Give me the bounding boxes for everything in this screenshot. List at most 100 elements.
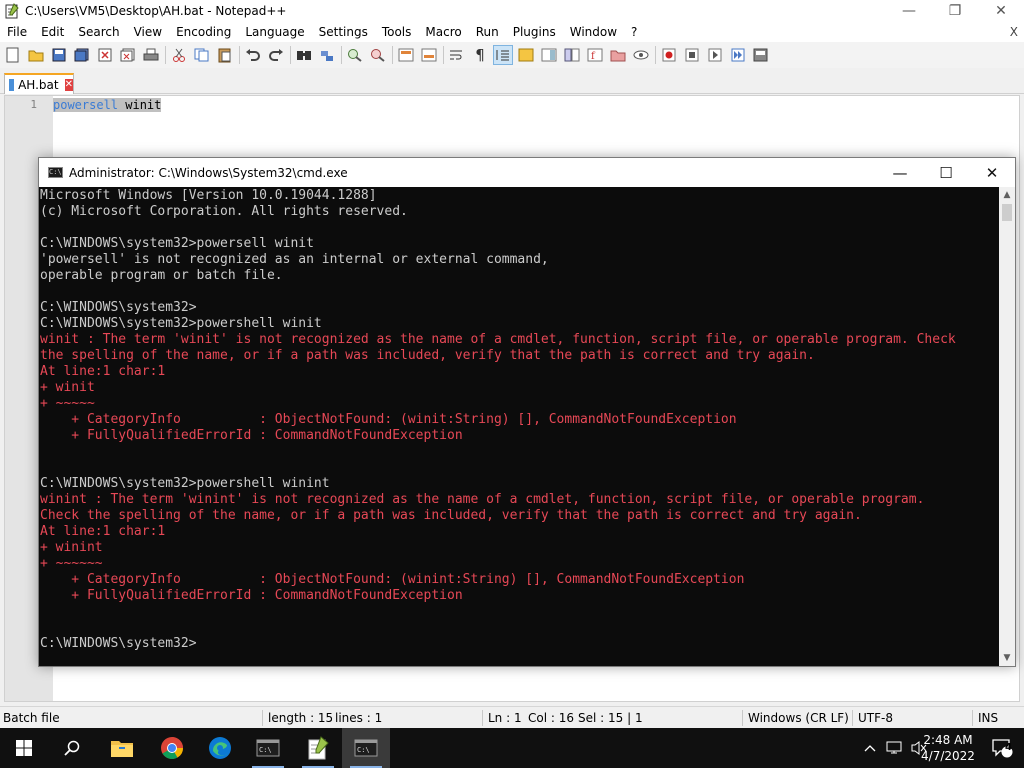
console-line: Microsoft Windows [Version 10.0.19044.12… <box>40 188 377 203</box>
menu-plugins[interactable]: Plugins <box>506 22 563 42</box>
tab-close-icon[interactable]: ✕ <box>64 78 73 91</box>
npp-tabbar: AH.bat ✕ <box>0 68 1024 94</box>
status-selection: Sel : 15 | 1 <box>578 711 643 725</box>
save-all-icon[interactable] <box>73 46 91 64</box>
console-line: + winit <box>40 380 95 395</box>
undo-icon[interactable] <box>244 46 262 64</box>
console-line: operable program or batch file. <box>40 268 283 283</box>
console-line: C:\WINDOWS\system32>powershell winint <box>40 476 330 491</box>
document-map-icon[interactable] <box>540 46 558 64</box>
minimize-button[interactable]: — <box>886 0 932 22</box>
open-file-icon[interactable] <box>27 46 45 64</box>
paste-icon[interactable] <box>216 46 234 64</box>
taskbar-chrome[interactable] <box>148 728 196 768</box>
indent-guide-icon[interactable] <box>493 45 513 65</box>
console-line: + winint <box>40 540 103 555</box>
zoom-out-icon[interactable] <box>369 46 387 64</box>
menu-edit[interactable]: Edit <box>34 22 71 42</box>
action-center-button[interactable]: 4 <box>982 728 1022 768</box>
toolbar-separator <box>655 46 656 64</box>
console-output[interactable]: Microsoft Windows [Version 10.0.19044.12… <box>39 187 999 666</box>
start-button[interactable] <box>0 728 48 768</box>
sync-horizontal-icon[interactable] <box>420 46 438 64</box>
cut-icon[interactable] <box>170 46 188 64</box>
taskbar-file-explorer[interactable] <box>98 728 146 768</box>
menu-file[interactable]: File <box>0 22 34 42</box>
menu-view[interactable]: View <box>127 22 169 42</box>
taskbar: C:\ C:\ 2:48 AM 4/7/2022 4 <box>0 728 1024 768</box>
taskbar-notepadpp[interactable] <box>294 728 342 768</box>
find-icon[interactable] <box>295 46 313 64</box>
replace-icon[interactable] <box>318 46 336 64</box>
menu-settings[interactable]: Settings <box>312 22 375 42</box>
search-button[interactable] <box>48 728 96 768</box>
cmd-close-button[interactable]: ✕ <box>969 158 1015 187</box>
status-length: length : 15 <box>268 711 334 725</box>
taskbar-edge[interactable] <box>196 728 244 768</box>
cmd-minimize-button[interactable]: — <box>877 158 923 187</box>
folder-workspace-icon[interactable] <box>609 46 627 64</box>
close-all-icon[interactable] <box>119 46 137 64</box>
menu-help[interactable]: ? <box>624 22 644 42</box>
show-all-characters-icon[interactable]: ¶ <box>471 46 489 64</box>
toolbar-separator <box>392 46 393 64</box>
close-document-button[interactable]: X <box>1010 22 1018 42</box>
zoom-in-icon[interactable] <box>346 46 364 64</box>
cmd-window: C:\ Administrator: C:\Windows\System32\c… <box>38 157 1016 667</box>
taskbar-cmd-1[interactable]: C:\ <box>244 728 292 768</box>
sync-vertical-icon[interactable] <box>397 46 415 64</box>
cmd-maximize-button[interactable]: ☐ <box>923 158 969 187</box>
macro-record-icon[interactable] <box>660 46 678 64</box>
menu-encoding[interactable]: Encoding <box>169 22 238 42</box>
document-list-icon[interactable] <box>563 46 581 64</box>
menu-search[interactable]: Search <box>71 22 126 42</box>
macro-save-icon[interactable] <box>752 46 770 64</box>
copy-icon[interactable] <box>193 46 211 64</box>
console-line: C:\WINDOWS\system32> <box>40 636 197 651</box>
npp-titlebar[interactable]: C:\Users\VM5\Desktop\AH.bat - Notepad++ … <box>0 0 1024 22</box>
system-tray: 2:48 AM 4/7/2022 4 <box>824 728 1024 768</box>
scroll-down-icon[interactable]: ▼ <box>999 650 1015 666</box>
show-hidden-icons-button[interactable] <box>860 728 880 768</box>
word-wrap-icon[interactable] <box>448 46 466 64</box>
monitoring-icon[interactable] <box>632 46 650 64</box>
macro-play-icon[interactable] <box>706 46 724 64</box>
scroll-up-icon[interactable]: ▲ <box>999 187 1015 203</box>
menu-window[interactable]: Window <box>563 22 624 42</box>
close-button[interactable]: ✕ <box>978 0 1024 22</box>
scroll-thumb[interactable] <box>1002 204 1012 221</box>
clock-date: 4/7/2022 <box>921 749 975 763</box>
notification-count: 4 <box>1005 742 1012 753</box>
language-udl-icon[interactable] <box>517 46 535 64</box>
cmd-scrollbar[interactable]: ▲ ▼ <box>999 187 1015 666</box>
redo-icon[interactable] <box>267 46 285 64</box>
console-line: + FullyQualifiedErrorId : CommandNotFoun… <box>40 588 463 603</box>
macro-run-multiple-icon[interactable] <box>729 46 747 64</box>
new-file-icon[interactable] <box>4 46 22 64</box>
function-list-icon[interactable]: f <box>586 46 604 64</box>
taskbar-clock[interactable]: 2:48 AM 4/7/2022 <box>920 732 976 764</box>
status-encoding: UTF-8 <box>858 711 893 725</box>
menu-language[interactable]: Language <box>238 22 311 42</box>
save-icon[interactable] <box>50 46 68 64</box>
npp-toolbar: ¶ f <box>0 42 1024 68</box>
console-line: Check the spelling of the name, or if a … <box>40 508 862 523</box>
tab-ah-bat[interactable]: AH.bat ✕ <box>4 73 74 94</box>
macro-stop-icon[interactable] <box>683 46 701 64</box>
taskbar-cmd-2[interactable]: C:\ <box>342 728 390 768</box>
menu-macro[interactable]: Macro <box>418 22 468 42</box>
network-button[interactable] <box>884 728 906 768</box>
menu-tools[interactable]: Tools <box>375 22 419 42</box>
menu-run[interactable]: Run <box>469 22 506 42</box>
restore-button[interactable]: ❐ <box>932 0 978 22</box>
close-file-icon[interactable] <box>96 46 114 64</box>
console-line: (c) Microsoft Corporation. All rights re… <box>40 204 408 219</box>
print-icon[interactable] <box>142 46 160 64</box>
windows-logo-icon <box>16 740 32 756</box>
cmd-titlebar[interactable]: C:\ Administrator: C:\Windows\System32\c… <box>39 158 1015 187</box>
code-line[interactable]: powersell winit <box>53 98 162 112</box>
console-line: C:\WINDOWS\system32>powersell winit <box>40 236 314 251</box>
